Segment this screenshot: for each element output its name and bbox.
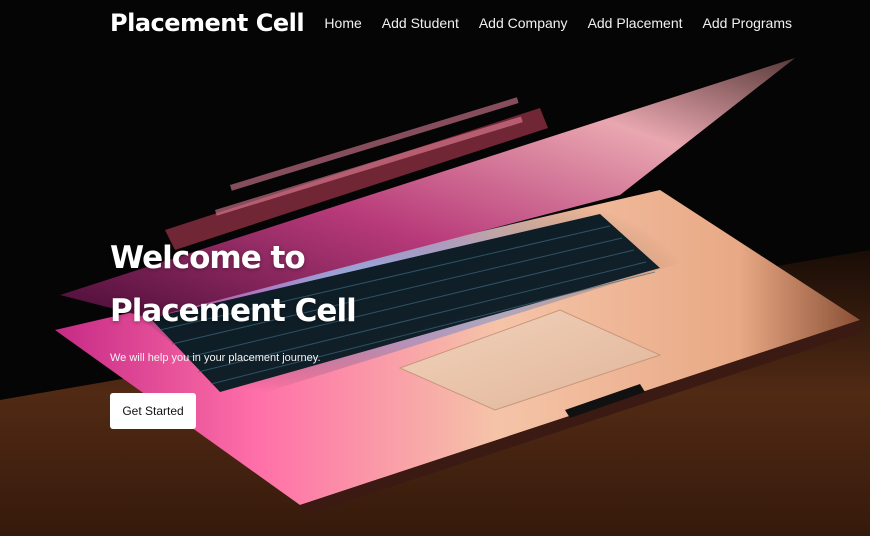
brand-logo[interactable]: Placement Cell <box>110 9 305 37</box>
nav-link-home[interactable]: Home <box>324 15 361 31</box>
navbar: Placement Cell Home Add Student Add Comp… <box>0 0 870 50</box>
hero-subtitle: We will help you in your placement journ… <box>110 352 321 364</box>
nav-link-add-company[interactable]: Add Company <box>479 15 568 31</box>
hero-section: Welcome to Placement Cell We will help y… <box>110 232 470 364</box>
nav-link-add-student[interactable]: Add Student <box>382 15 459 31</box>
nav-links: Home Add Student Add Company Add Placeme… <box>324 15 792 31</box>
nav-link-add-programs[interactable]: Add Programs <box>703 15 792 31</box>
nav-link-add-placement[interactable]: Add Placement <box>588 15 683 31</box>
hero-title: Welcome to Placement Cell <box>110 240 357 329</box>
get-started-button[interactable]: Get Started <box>110 393 196 429</box>
